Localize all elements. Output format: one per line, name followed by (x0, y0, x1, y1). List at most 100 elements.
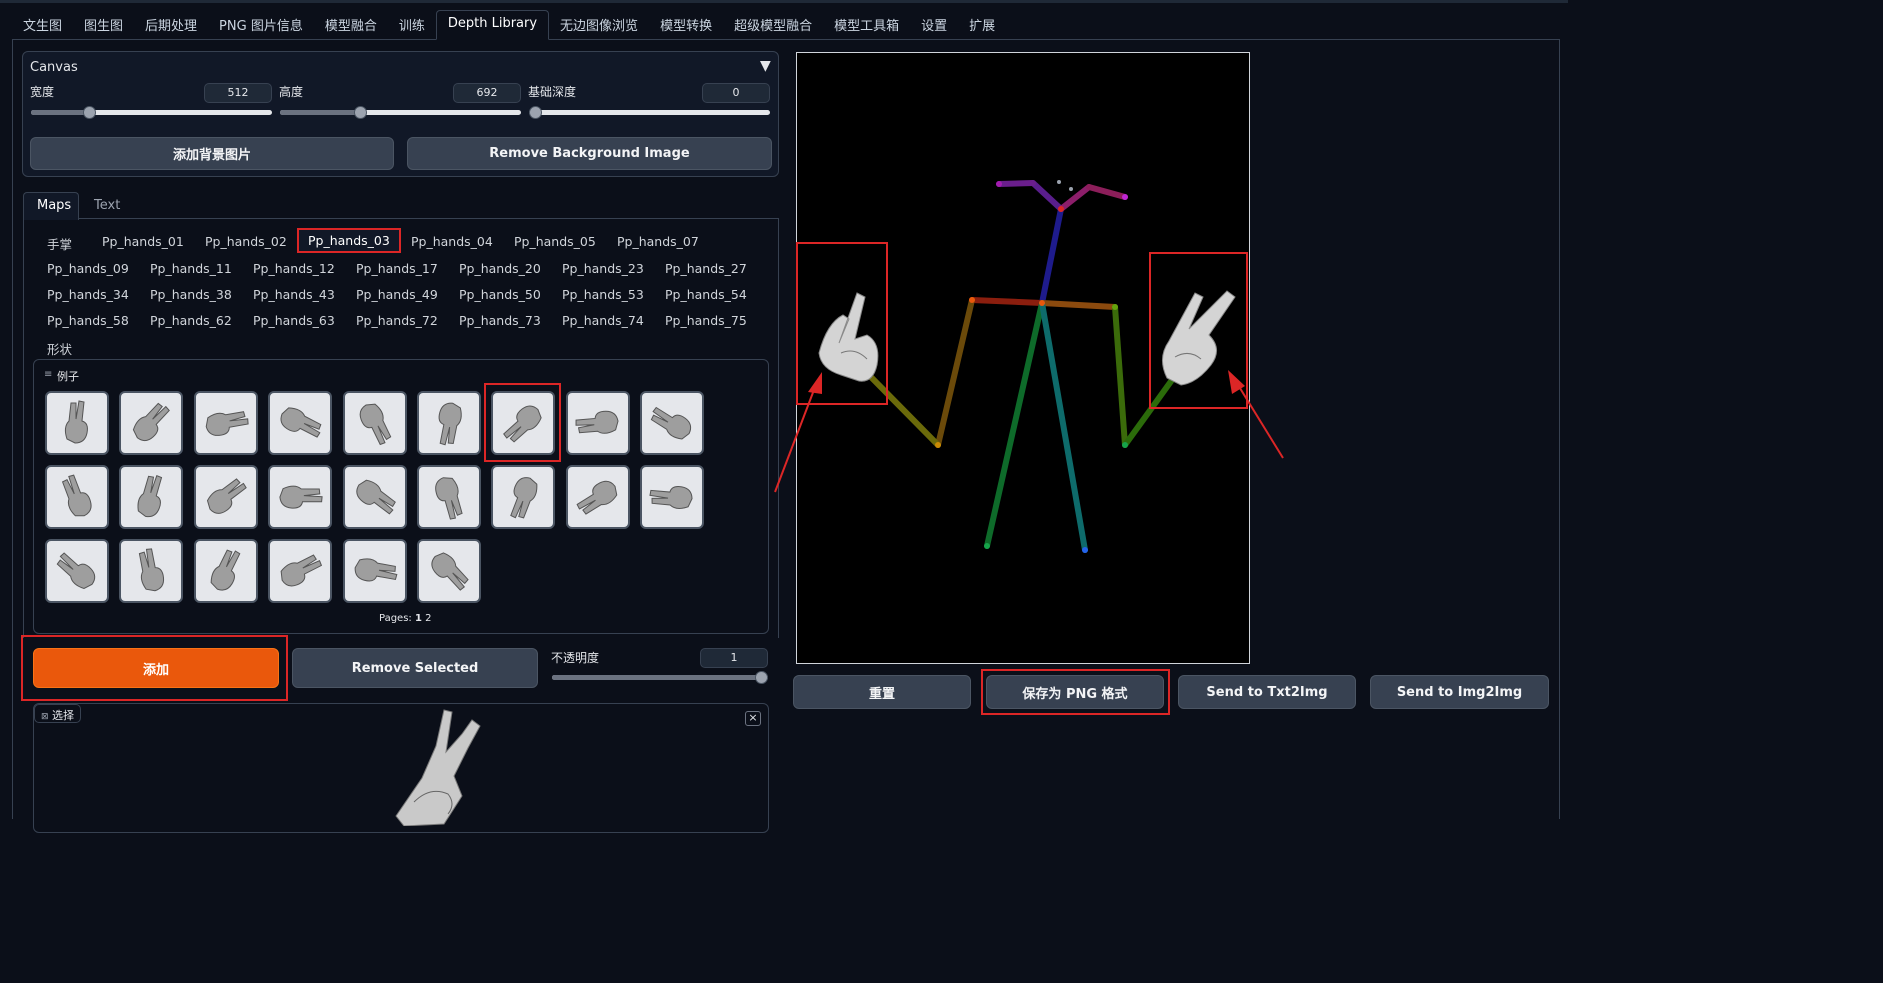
example-thumbnail[interactable] (640, 465, 705, 529)
send-to-img2img-button[interactable]: Send to Img2Img (1370, 675, 1549, 709)
tab-10[interactable]: 模型工具箱 (823, 10, 910, 40)
hand-map-item[interactable]: Pp_hands_75 (665, 313, 747, 328)
example-thumbnail[interactable] (45, 391, 109, 455)
hand-map-item[interactable]: Pp_hands_54 (665, 287, 747, 302)
hand-icon (139, 548, 165, 592)
example-thumbnail[interactable] (565, 465, 630, 529)
example-thumbnail[interactable] (268, 539, 333, 603)
opacity-label: 不透明度 (551, 651, 600, 665)
height-slider[interactable] (280, 106, 521, 119)
example-thumbnail[interactable] (119, 539, 184, 603)
width-slider[interactable] (31, 106, 272, 119)
page-1-link[interactable]: 1 (415, 613, 422, 624)
remove-selected-button[interactable]: Remove Selected (292, 648, 538, 688)
example-thumbnail[interactable] (119, 465, 184, 529)
reset-button[interactable]: 重置 (793, 675, 971, 709)
example-thumbnail[interactable] (193, 539, 258, 603)
hand-map-item[interactable]: Pp_hands_63 (253, 313, 335, 328)
example-thumbnail[interactable] (491, 391, 556, 455)
hand-map-item[interactable]: Pp_hands_01 (102, 234, 184, 249)
tab-text[interactable]: Text (94, 198, 120, 213)
add-background-button[interactable]: 添加背景图片 (30, 137, 394, 170)
example-thumbnail[interactable] (342, 391, 407, 455)
example-thumbnail[interactable] (193, 465, 258, 529)
example-thumbnail[interactable] (565, 391, 630, 455)
depth-canvas[interactable] (796, 52, 1250, 664)
hand-map-item[interactable]: Pp_hands_58 (47, 313, 129, 328)
tab-11[interactable]: 设置 (910, 10, 958, 40)
example-thumbnail[interactable] (417, 465, 481, 529)
openpose-skeleton (818, 180, 1236, 553)
tab-maps[interactable]: Maps (23, 192, 79, 220)
tab-4[interactable]: 模型融合 (314, 10, 388, 40)
example-thumbnail[interactable] (640, 391, 705, 455)
pagination: Pages: 1 2 (379, 613, 432, 624)
hand-map-item[interactable]: Pp_hands_03 (297, 228, 401, 253)
example-thumbnail[interactable] (342, 539, 407, 603)
hand-map-item[interactable]: Pp_hands_11 (150, 261, 232, 276)
hand-map-item[interactable]: Pp_hands_49 (356, 287, 438, 302)
hand-map-item[interactable]: Pp_hands_38 (150, 287, 232, 302)
example-thumbnail[interactable] (268, 465, 333, 529)
hand-map-item[interactable]: Pp_hands_20 (459, 261, 541, 276)
tab-8[interactable]: 模型转换 (649, 10, 723, 40)
tab-6[interactable]: Depth Library (435, 10, 550, 40)
example-thumbnail[interactable] (45, 465, 109, 529)
hand-map-item[interactable]: Pp_hands_17 (356, 261, 438, 276)
tab-3[interactable]: PNG 图片信息 (208, 10, 314, 40)
example-thumbnail[interactable] (342, 465, 407, 529)
tab-5[interactable]: 训练 (388, 10, 436, 40)
tab-9[interactable]: 超级模型融合 (723, 10, 823, 40)
hand-map-item[interactable]: Pp_hands_72 (356, 313, 438, 328)
tab-2[interactable]: 后期处理 (134, 10, 208, 40)
hand-icon (435, 477, 463, 520)
example-thumbnail[interactable] (491, 465, 556, 529)
hand-map-item[interactable]: Pp_hands_05 (514, 234, 596, 249)
height-input[interactable]: 692 (453, 83, 521, 103)
hand-map-item[interactable]: Pp_hands_12 (253, 261, 335, 276)
hand-icon (510, 477, 538, 519)
depth-input[interactable]: 0 (702, 83, 770, 103)
example-thumbnail[interactable] (417, 391, 481, 455)
hand-map-item[interactable]: Pp_hands_74 (562, 313, 644, 328)
width-input[interactable]: 512 (204, 83, 272, 103)
category-hands[interactable]: 手掌 (47, 234, 72, 253)
hand-map-item[interactable]: Pp_hands_04 (411, 234, 493, 249)
close-icon[interactable]: × (745, 711, 761, 726)
example-thumbnail[interactable] (45, 539, 109, 603)
skeleton-limb (1039, 206, 1064, 306)
hand-map-item[interactable]: Pp_hands_62 (150, 313, 232, 328)
opacity-slider[interactable] (552, 671, 768, 684)
tab-1[interactable]: 图生图 (73, 10, 134, 40)
hand-map-item[interactable]: Pp_hands_27 (665, 261, 747, 276)
hand-map-item[interactable]: Pp_hands_53 (562, 287, 644, 302)
hand-map-item[interactable]: Pp_hands_23 (562, 261, 644, 276)
opacity-input[interactable]: 1 (700, 648, 768, 668)
example-thumbnail[interactable] (119, 391, 184, 455)
tab-12[interactable]: 扩展 (958, 10, 1006, 40)
send-to-txt2img-button[interactable]: Send to Txt2Img (1178, 675, 1356, 709)
page-2-link[interactable]: 2 (425, 613, 431, 624)
skeleton-joint (1082, 547, 1088, 553)
tab-7[interactable]: 无边图像浏览 (549, 10, 649, 40)
collapse-icon[interactable]: ▼ (760, 58, 771, 74)
hand-map-item[interactable]: Pp_hands_50 (459, 287, 541, 302)
add-button[interactable]: 添加 (33, 648, 279, 688)
hand-map-item[interactable]: Pp_hands_02 (205, 234, 287, 249)
depth-slider[interactable] (529, 106, 770, 119)
hand-map-item[interactable]: Pp_hands_34 (47, 287, 129, 302)
selected-hand-preview (395, 709, 481, 826)
hand-map-item[interactable]: Pp_hands_09 (47, 261, 129, 276)
examples-panel: ≡ 例子 Pages: 1 2 (33, 359, 769, 634)
category-shapes[interactable]: 形状 (47, 339, 72, 358)
example-thumbnail[interactable] (193, 391, 258, 455)
save-png-button[interactable]: 保存为 PNG 格式 (986, 675, 1164, 709)
example-thumbnail[interactable] (268, 391, 333, 455)
remove-background-button[interactable]: Remove Background Image (407, 137, 772, 170)
example-thumbnail[interactable] (417, 539, 481, 603)
hand-map-item[interactable]: Pp_hands_07 (617, 234, 699, 249)
hand-map-item[interactable]: Pp_hands_43 (253, 287, 335, 302)
skeleton-joint (996, 181, 1002, 187)
tab-0[interactable]: 文生图 (12, 10, 73, 40)
hand-map-item[interactable]: Pp_hands_73 (459, 313, 541, 328)
